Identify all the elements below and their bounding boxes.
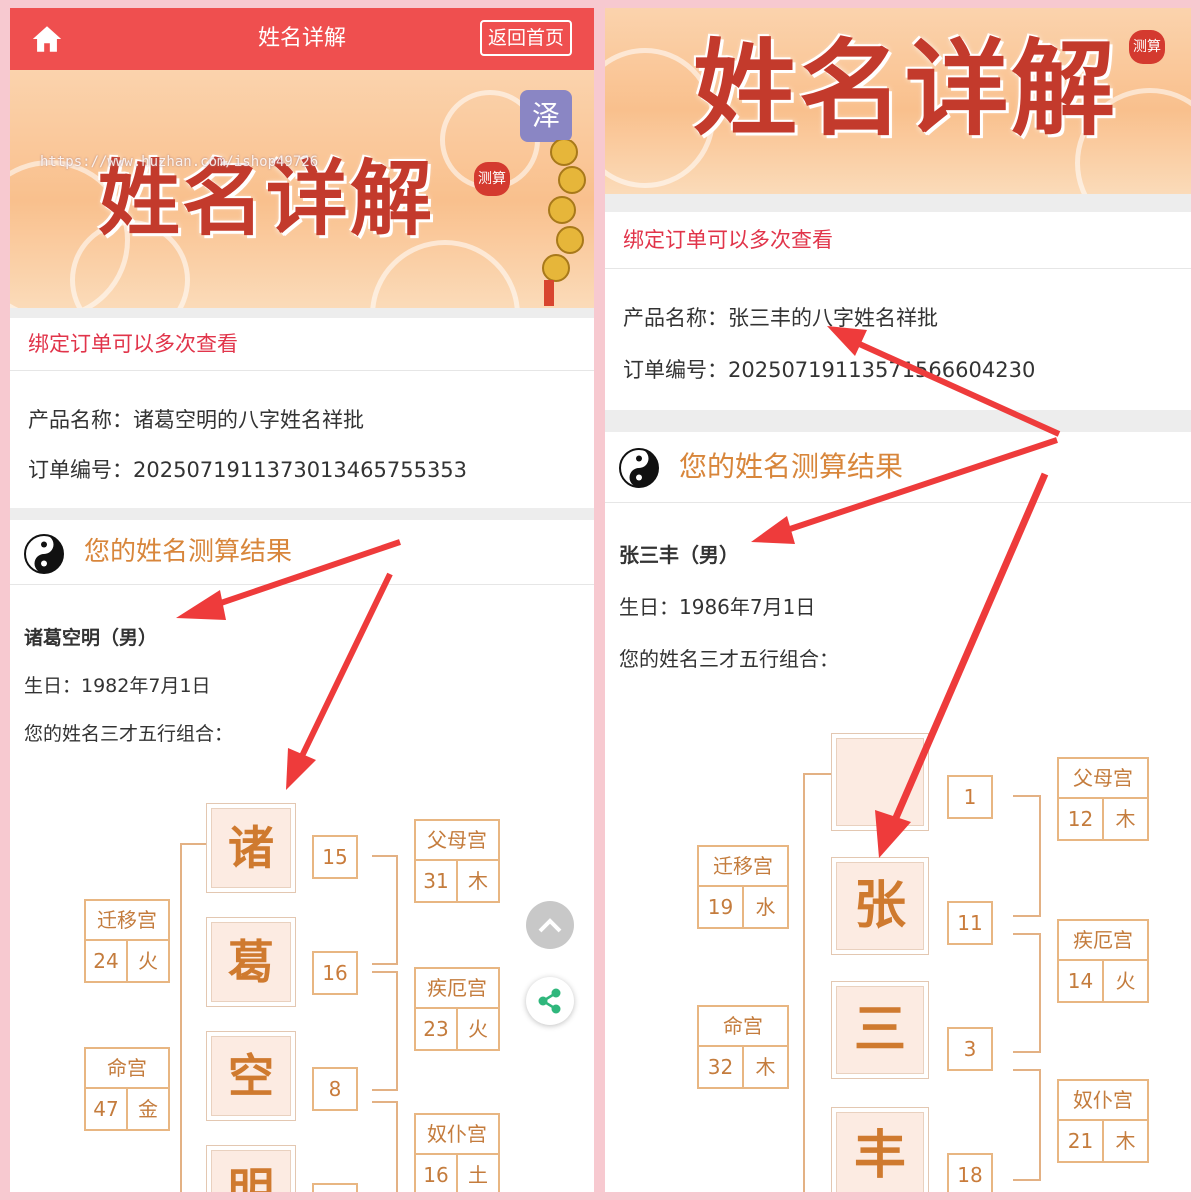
annotation-arrows [751, 326, 1061, 858]
right-screenshot: 姓名详解 测算 绑定订单可以多次查看 产品名称：张三丰的八字姓名祥批 订单编号：… [605, 8, 1191, 1192]
left-screenshot: 姓名详解 返回首页 姓名详解 测算 泽 https://www.huzhan.c… [10, 8, 594, 1192]
annotation-arrows [176, 539, 401, 790]
